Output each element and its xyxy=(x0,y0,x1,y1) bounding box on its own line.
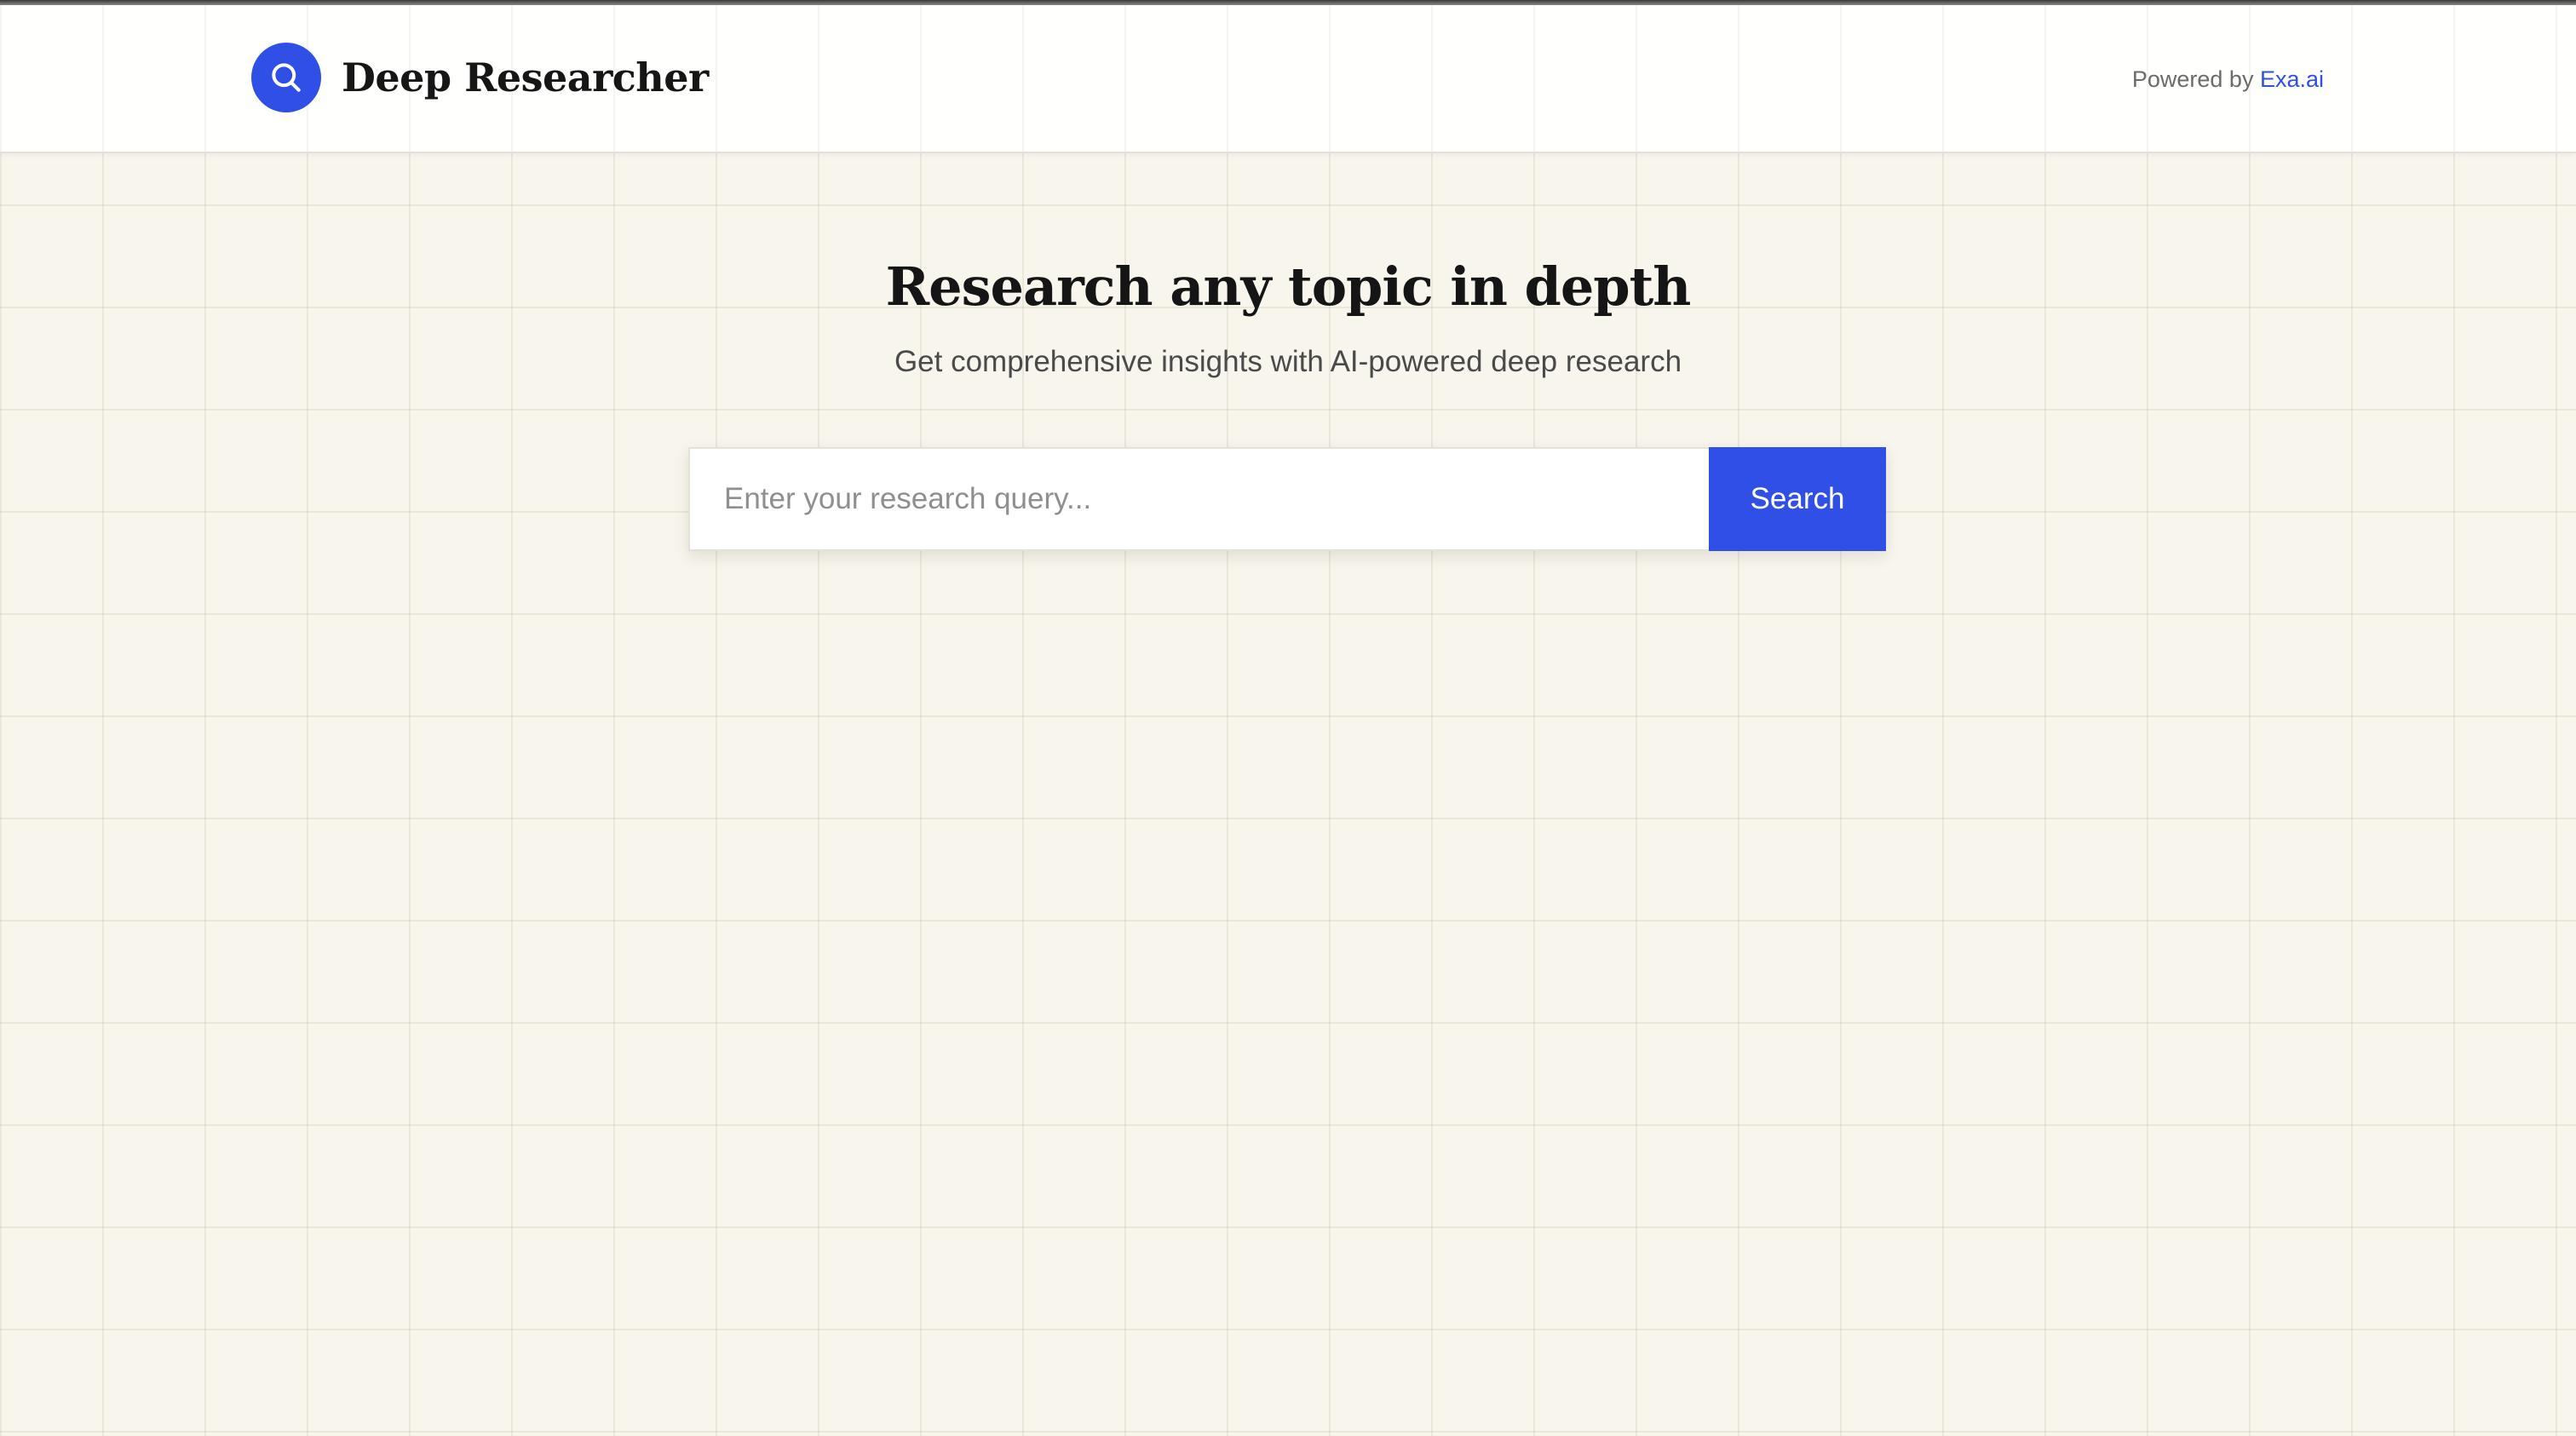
hero: Research any topic in depth Get comprehe… xyxy=(0,256,2576,379)
powered-by-label: Powered by xyxy=(2131,66,2260,92)
page-title: Research any topic in depth xyxy=(885,256,1692,318)
search-icon xyxy=(251,43,321,112)
search-form: Search xyxy=(688,447,1886,551)
page-subtitle: Get comprehensive insights with AI-power… xyxy=(894,345,1682,378)
search-input[interactable] xyxy=(688,447,1709,551)
brand[interactable]: Deep Researcher xyxy=(251,43,709,112)
search-button[interactable]: Search xyxy=(1709,447,1886,551)
app-header: Deep Researcher Powered by Exa.ai xyxy=(0,5,2576,153)
app-title: Deep Researcher xyxy=(342,55,709,101)
exa-link[interactable]: Exa.ai xyxy=(2260,66,2324,92)
powered-by: Powered by Exa.ai xyxy=(2132,66,2324,93)
